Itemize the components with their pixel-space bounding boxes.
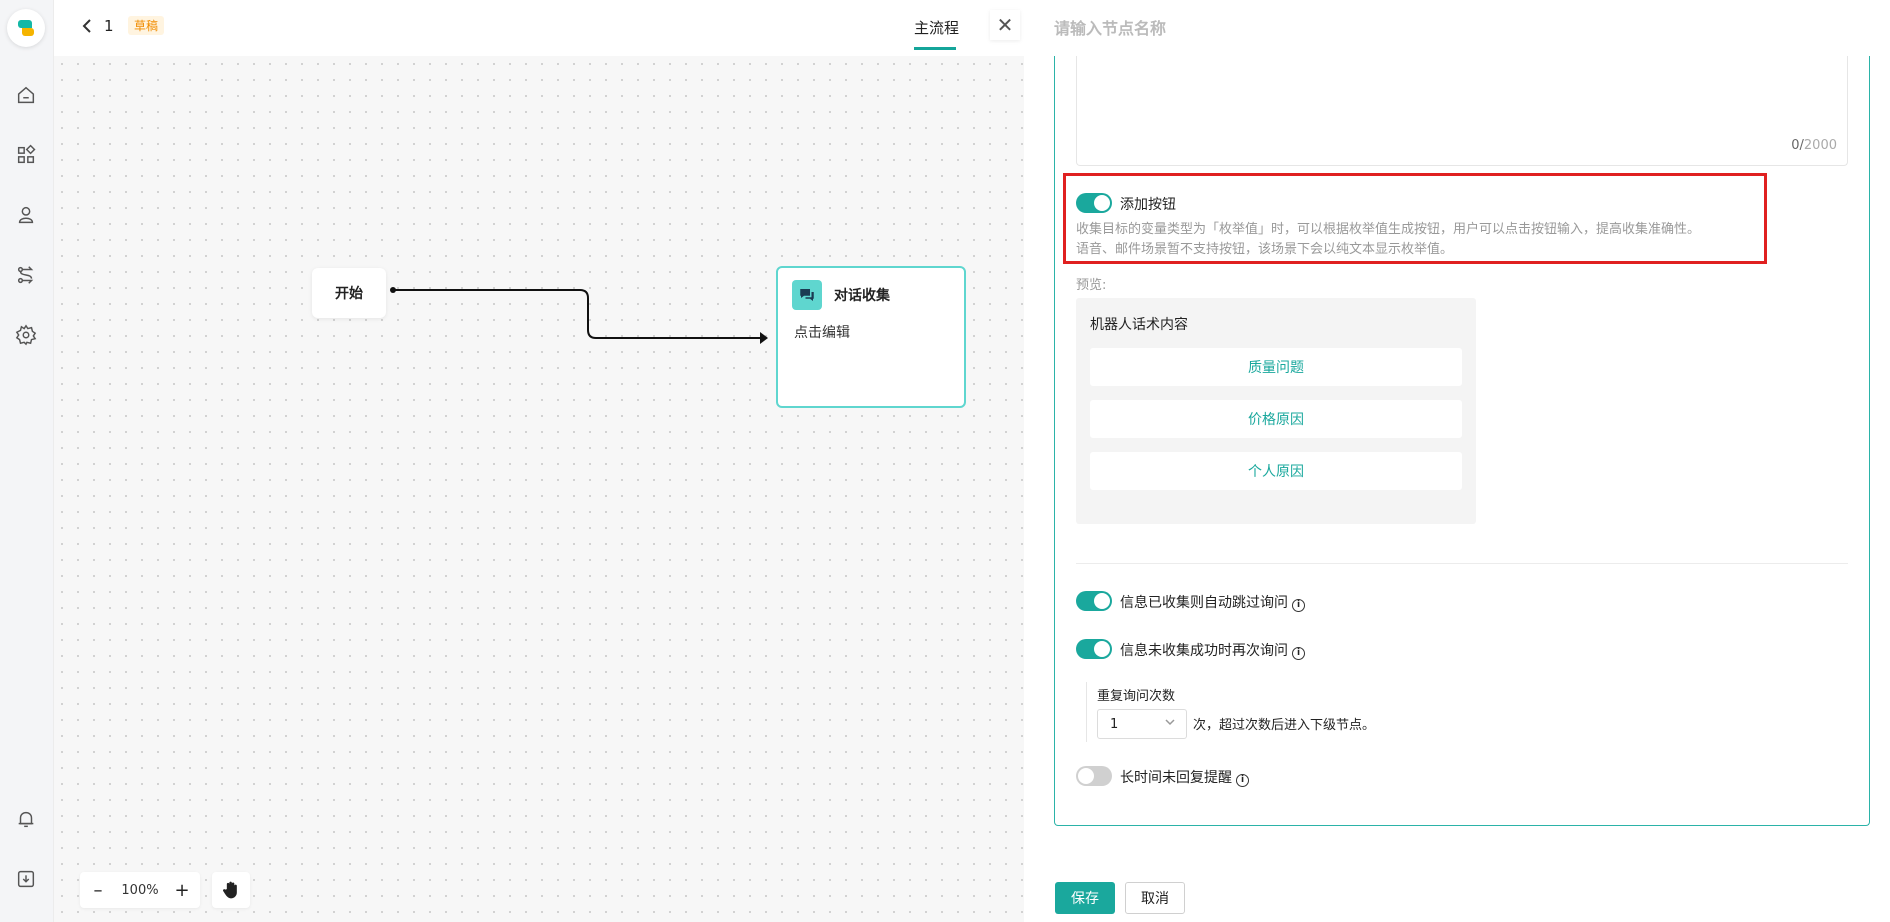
close-icon[interactable]: ✕ (990, 10, 1020, 40)
zoom-in-button[interactable]: + (174, 880, 190, 901)
repeat-suffix: 次，超过次数后进入下级节点。 (1193, 718, 1376, 733)
user-bag-icon[interactable] (13, 202, 39, 228)
flow-name: 1 (104, 17, 114, 35)
chat-icon (792, 280, 822, 310)
start-node[interactable]: 开始 (312, 268, 386, 318)
char-counter: 0/2000 (1791, 138, 1837, 153)
node-name-input[interactable]: 请输入节点名称 (1054, 15, 1166, 39)
skip-if-collected-toggle[interactable] (1076, 591, 1112, 611)
bell-icon[interactable] (13, 806, 39, 832)
repeat-count-select[interactable]: 1 (1097, 709, 1187, 739)
bot-text: 机器人话术内容 (1090, 317, 1188, 333)
hand-pan-icon[interactable] (212, 872, 250, 908)
tab-active-indicator (914, 47, 956, 50)
sidebar (0, 0, 54, 922)
zoom-out-button[interactable]: – (90, 880, 106, 901)
tab-main-flow[interactable]: 主流程 (914, 17, 959, 38)
dialog-collect-node[interactable]: 对话收集 点击编辑 (776, 266, 966, 408)
preview-label: 预览: (1076, 278, 1107, 293)
flow-icon[interactable] (13, 262, 39, 288)
preview-box: 机器人话术内容 质量问题 价格原因 个人原因 (1076, 298, 1476, 524)
reask-toggle[interactable] (1076, 639, 1112, 659)
flow-canvas[interactable] (54, 56, 1024, 922)
subblock-line (1086, 682, 1087, 742)
no-reply-reminder-toggle[interactable] (1076, 766, 1112, 786)
apps-icon[interactable] (13, 142, 39, 168)
preview-option[interactable]: 价格原因 (1090, 400, 1462, 438)
status-badge: 草稿 (128, 16, 165, 35)
home-icon[interactable] (13, 82, 39, 108)
bot-speech-textarea[interactable]: 0/2000 (1076, 56, 1848, 166)
add-button-desc-2: 语音、邮件场景暂不支持按钮，该场景下会以纯文本显示枚举值。 (1076, 242, 1454, 257)
preview-option[interactable]: 质量问题 (1090, 348, 1462, 386)
section-divider (1076, 563, 1848, 564)
add-button-toggle[interactable] (1076, 193, 1112, 213)
info-icon[interactable]: i (1292, 599, 1305, 612)
cancel-button[interactable]: 取消 (1125, 882, 1185, 914)
preview-option[interactable]: 个人原因 (1090, 452, 1462, 490)
zoom-control: – 100% + (80, 872, 200, 908)
save-button[interactable]: 保存 (1055, 882, 1115, 914)
chevron-down-icon (1164, 716, 1176, 728)
back-arrow-icon[interactable] (78, 16, 98, 36)
download-icon[interactable] (13, 866, 39, 892)
no-reply-reminder-label: 长时间未回复提醒 i (1120, 767, 1249, 787)
add-button-desc-1: 收集目标的变量类型为「枚举值」时，可以根据枚举值生成按钮，用户可以点击按钮输入，… (1076, 222, 1701, 237)
add-button-label: 添加按钮 (1120, 197, 1176, 213)
node-title: 对话收集 (834, 288, 890, 304)
repeat-count-label: 重复询问次数 (1097, 689, 1176, 704)
app-logo[interactable] (7, 9, 45, 47)
skip-if-collected-label: 信息已收集则自动跳过询问 i (1120, 592, 1305, 612)
node-subtitle: 点击编辑 (794, 325, 850, 341)
topbar: 1 草稿 主流程 (54, 0, 1024, 56)
info-icon[interactable]: i (1292, 647, 1305, 660)
zoom-level: 100% (121, 882, 159, 898)
info-icon[interactable]: i (1236, 774, 1249, 787)
gear-icon[interactable] (13, 322, 39, 348)
reask-label: 信息未收集成功时再次询问 i (1120, 640, 1305, 660)
